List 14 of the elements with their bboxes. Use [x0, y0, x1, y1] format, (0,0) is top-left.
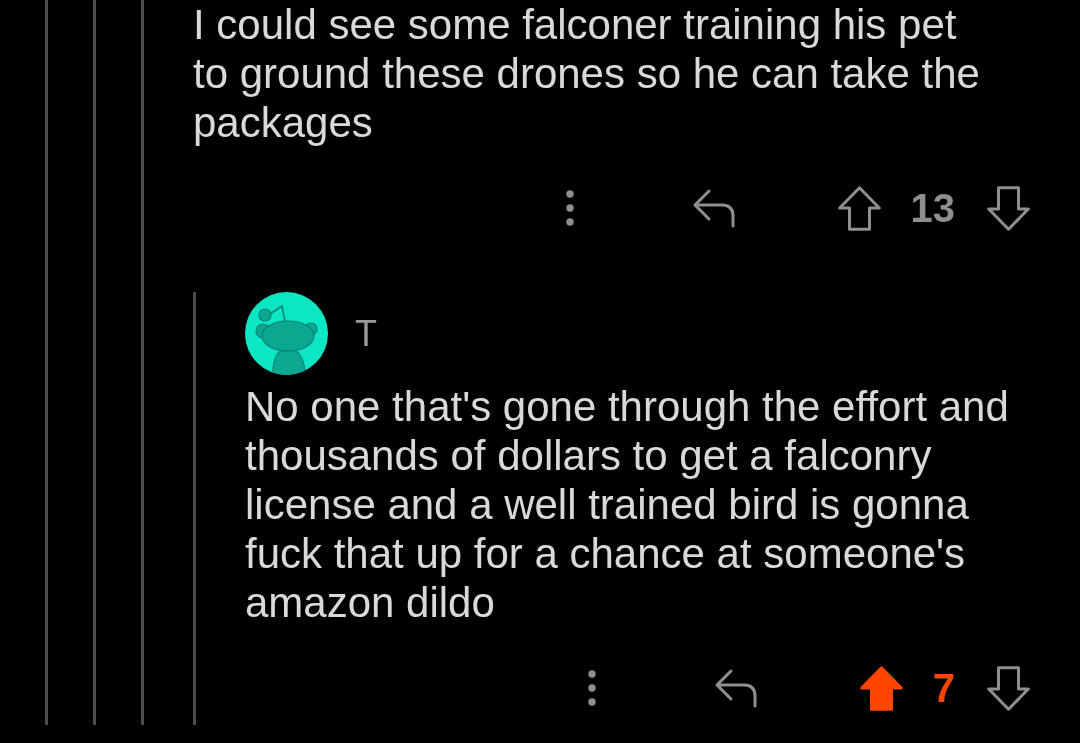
downvote-icon[interactable]	[987, 185, 1030, 231]
reply-arrow-icon[interactable]	[713, 668, 758, 708]
comment-text: I could see some falconer training his pet to ground these drones so he can take the packages	[193, 0, 981, 147]
username[interactable]: T	[355, 312, 377, 355]
upvote-icon[interactable]	[837, 185, 881, 231]
more-options-icon[interactable]	[565, 190, 574, 226]
comment-text: No one that's gone through the effort and thousands of dollars to get a falconry license and a well trained bird is gonna fuck that up for a chance at someone's amazon dildo	[245, 382, 1010, 627]
reply-arrow-icon[interactable]	[691, 188, 736, 228]
vote-count: 7	[932, 665, 955, 711]
vote-count: 13	[910, 185, 955, 231]
default-avatar-icon	[245, 292, 328, 375]
more-options-icon[interactable]	[587, 670, 596, 706]
downvote-icon[interactable]	[987, 665, 1030, 711]
upvote-icon[interactable]	[859, 665, 903, 711]
